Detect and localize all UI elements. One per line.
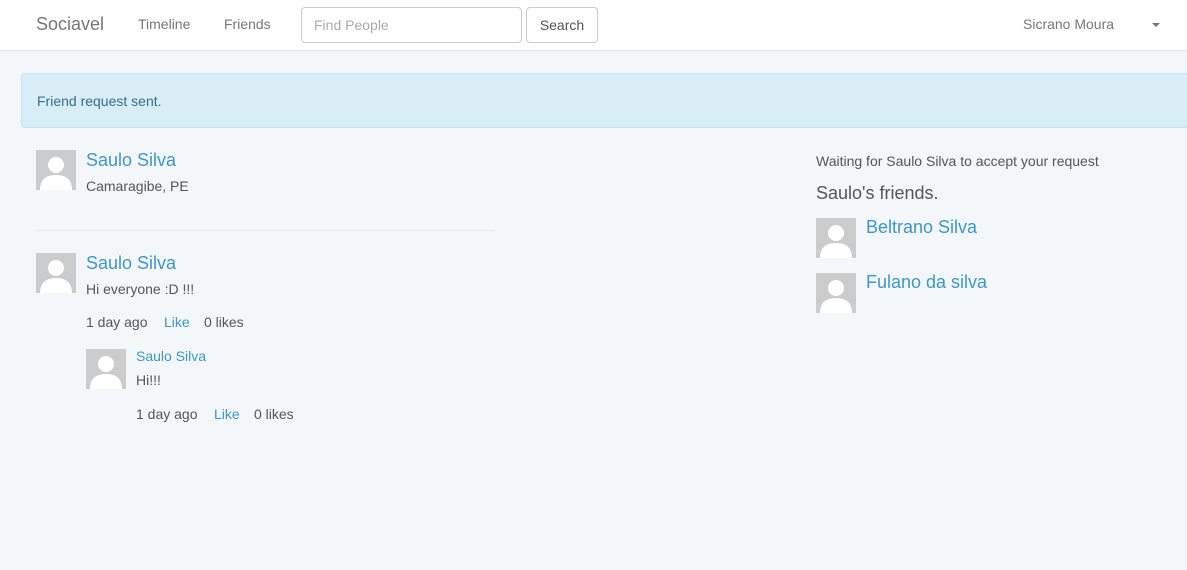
status-author-avatar-icon[interactable] — [36, 253, 76, 293]
info-alert: Friend request sent. — [21, 73, 1187, 128]
reply-likes-count: 0 likes — [254, 406, 294, 422]
status-body: Hi everyone :D !!! — [86, 281, 195, 297]
nav-timeline-link[interactable]: Timeline — [138, 16, 190, 32]
section-divider — [36, 230, 494, 231]
top-navbar: Sociavel Timeline Friends Search Sicrano… — [0, 0, 1187, 51]
reply-time: 1 day ago — [136, 406, 198, 422]
chevron-down-icon[interactable] — [1152, 23, 1160, 27]
profile-name-link[interactable]: Saulo Silva — [86, 150, 176, 171]
profile-avatar-icon[interactable] — [36, 150, 76, 190]
nav-friends-link[interactable]: Friends — [224, 16, 271, 32]
friend-name-link[interactable]: Beltrano Silva — [866, 217, 977, 238]
search-button[interactable]: Search — [526, 7, 598, 43]
user-menu-name[interactable]: Sicrano Moura — [1023, 16, 1114, 32]
friend-avatar-icon[interactable] — [816, 218, 856, 258]
friend-avatar-icon[interactable] — [816, 273, 856, 313]
reply-like-link[interactable]: Like — [214, 406, 240, 422]
alert-message: Friend request sent. — [37, 93, 162, 109]
status-likes-count: 0 likes — [204, 314, 244, 330]
reply-author-avatar-icon[interactable] — [86, 349, 126, 389]
brand-link[interactable]: Sociavel — [36, 14, 104, 35]
find-people-input[interactable] — [301, 7, 522, 43]
reply-author-link[interactable]: Saulo Silva — [136, 348, 206, 364]
status-time: 1 day ago — [86, 314, 148, 330]
friend-request-waiting-text: Waiting for Saulo Silva to accept your r… — [816, 153, 1099, 169]
friends-heading: Saulo's friends. — [816, 183, 939, 203]
status-author-link[interactable]: Saulo Silva — [86, 253, 176, 274]
reply-body: Hi!!! — [136, 372, 161, 388]
friend-name-link[interactable]: Fulano da silva — [866, 272, 987, 293]
status-like-link[interactable]: Like — [164, 314, 190, 330]
profile-location: Camaragibe, PE — [86, 178, 189, 194]
